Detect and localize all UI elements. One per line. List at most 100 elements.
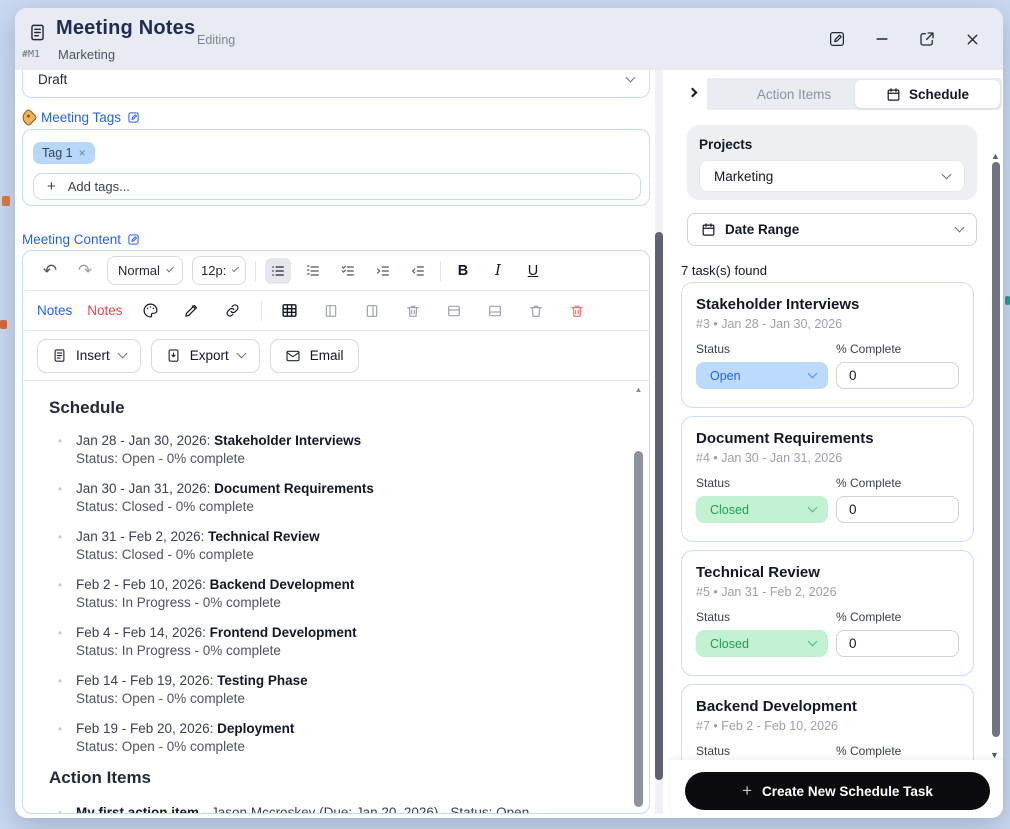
panel-scrollbar-thumb[interactable] <box>992 162 1000 737</box>
task-card: Stakeholder Interviews #3 • Jan 28 - Jan… <box>681 282 974 408</box>
highlighter-icon[interactable] <box>179 298 205 324</box>
task-meta: #3 • Jan 28 - Jan 30, 2026 <box>696 317 959 331</box>
underline-icon[interactable]: U <box>520 258 546 284</box>
redo-icon[interactable]: ↷ <box>72 258 98 284</box>
schedule-list-item: Jan 31 - Feb 2, 2026: Technical Review S… <box>49 528 649 564</box>
chevron-down-icon <box>117 349 127 359</box>
collapse-panel-button[interactable] <box>678 78 707 110</box>
insert-column-left-icon[interactable] <box>318 298 344 324</box>
insert-row-below-icon[interactable] <box>482 298 508 324</box>
editor-scrollbar[interactable]: ▲ <box>633 385 644 809</box>
bold-icon[interactable]: B <box>450 258 476 284</box>
open-external-icon[interactable] <box>918 30 936 48</box>
percent-complete-label: % Complete <box>836 610 959 624</box>
scroll-down-icon[interactable]: ▼ <box>990 750 999 760</box>
project-select[interactable]: Marketing <box>699 160 965 192</box>
plus-icon: + <box>47 178 56 195</box>
background-page-fragment <box>2 196 10 206</box>
insert-column-right-icon[interactable] <box>359 298 385 324</box>
scroll-up-icon[interactable]: ▲ <box>633 385 644 395</box>
create-schedule-task-button[interactable]: + Create New Schedule Task <box>685 772 990 810</box>
doc-ref: #M1 <box>22 49 40 60</box>
editor-scrollbar-thumb[interactable] <box>634 451 643 807</box>
chevron-down-icon <box>236 349 246 359</box>
insert-table-icon[interactable] <box>277 298 303 324</box>
status-select[interactable]: Open <box>696 362 828 389</box>
document-icon <box>28 23 47 42</box>
insert-row-above-icon[interactable] <box>441 298 467 324</box>
status-select[interactable]: Closed <box>696 496 828 523</box>
indent-icon[interactable] <box>370 258 396 284</box>
percent-complete-input[interactable] <box>836 496 959 523</box>
chevron-right-icon <box>688 87 698 97</box>
chevron-down-icon <box>808 503 818 513</box>
tag-icon <box>19 108 37 126</box>
task-card: Document Requirements #4 • Jan 30 - Jan … <box>681 416 974 542</box>
task-title: Technical Review <box>696 564 959 581</box>
percent-complete-label: % Complete <box>836 476 959 490</box>
panel-scrollbar[interactable] <box>992 162 1000 752</box>
project-subtitle: Marketing <box>58 47 115 62</box>
date-range-button[interactable]: Date Range <box>687 213 977 246</box>
remove-tag-icon[interactable]: × <box>79 146 86 160</box>
chevron-down-icon <box>166 265 174 273</box>
notes-link-primary[interactable]: Notes <box>37 303 72 318</box>
task-card-list: Stakeholder Interviews #3 • Jan 28 - Jan… <box>681 282 981 760</box>
color-palette-icon[interactable] <box>138 298 164 324</box>
editing-status: Editing <box>197 33 235 47</box>
add-tags-input[interactable]: + Add tags... <box>33 173 641 200</box>
action-item: My first action item - Jason Mccroskey (… <box>49 804 649 814</box>
edit-pencil-icon[interactable] <box>127 233 140 246</box>
tag-chip[interactable]: Tag 1 × <box>33 142 95 164</box>
side-panel: Action Items Schedule Projects Marketing… <box>671 70 1003 818</box>
task-title: Document Requirements <box>696 430 959 447</box>
percent-complete-input[interactable] <box>836 630 959 657</box>
calendar-icon <box>701 222 716 237</box>
editor-content[interactable]: Schedule Jan 28 - Jan 30, 2026: Stakehol… <box>23 381 649 814</box>
link-icon[interactable] <box>220 298 246 324</box>
font-size-select[interactable]: 12p: <box>192 256 246 285</box>
mail-icon <box>285 348 301 364</box>
export-button[interactable]: Export <box>151 339 260 373</box>
delete-table-icon[interactable] <box>564 298 590 324</box>
divider <box>440 261 441 281</box>
insert-button[interactable]: Insert <box>37 339 141 373</box>
undo-icon[interactable]: ↶ <box>37 258 63 284</box>
percent-complete-label: % Complete <box>836 744 959 758</box>
tab-schedule[interactable]: Schedule <box>855 80 1000 108</box>
schedule-list: Jan 28 - Jan 30, 2026: Stakeholder Inter… <box>49 432 649 756</box>
email-button[interactable]: Email <box>270 339 359 373</box>
chevron-down-icon <box>626 72 636 82</box>
check-list-icon[interactable] <box>335 258 361 284</box>
outdent-icon[interactable] <box>405 258 431 284</box>
panel-footer: + Create New Schedule Task <box>671 760 1003 818</box>
numbered-list-icon[interactable] <box>300 258 326 284</box>
meeting-tags-label: Meeting Tags <box>22 110 140 125</box>
notes-link-danger[interactable]: Notes <box>87 303 122 318</box>
page-title: Meeting Notes <box>56 17 195 40</box>
scroll-up-icon[interactable]: ▲ <box>991 151 1000 161</box>
edit-icon[interactable] <box>828 30 846 48</box>
percent-complete-label: % Complete <box>836 342 959 356</box>
schedule-list-item: Jan 28 - Jan 30, 2026: Stakeholder Inter… <box>49 432 649 468</box>
editor-toolbar-format: ↶ ↷ Normal 12p: <box>23 251 649 291</box>
italic-icon[interactable]: I <box>485 258 511 284</box>
left-pane-scrollbar[interactable] <box>655 70 663 814</box>
add-tags-placeholder: Add tags... <box>68 179 130 194</box>
action-items-heading: Action Items <box>49 768 649 788</box>
left-pane-scrollbar-thumb[interactable] <box>655 232 663 780</box>
delete-column-icon[interactable] <box>400 298 426 324</box>
delete-row-icon[interactable] <box>523 298 549 324</box>
minimize-icon[interactable] <box>873 30 891 48</box>
close-icon[interactable] <box>963 30 981 48</box>
task-meta: #5 • Jan 31 - Feb 2, 2026 <box>696 585 959 599</box>
tags-container: Tag 1 × + Add tags... <box>22 129 650 206</box>
edit-pencil-icon[interactable] <box>127 111 140 124</box>
percent-complete-input[interactable] <box>836 362 959 389</box>
chevron-down-icon <box>955 223 965 233</box>
bullet-list-icon[interactable] <box>265 258 291 284</box>
status-select-value: Draft <box>38 72 67 87</box>
paragraph-style-select[interactable]: Normal <box>107 256 183 285</box>
status-select[interactable]: Closed <box>696 630 828 657</box>
tab-action-items[interactable]: Action Items <box>719 78 869 110</box>
